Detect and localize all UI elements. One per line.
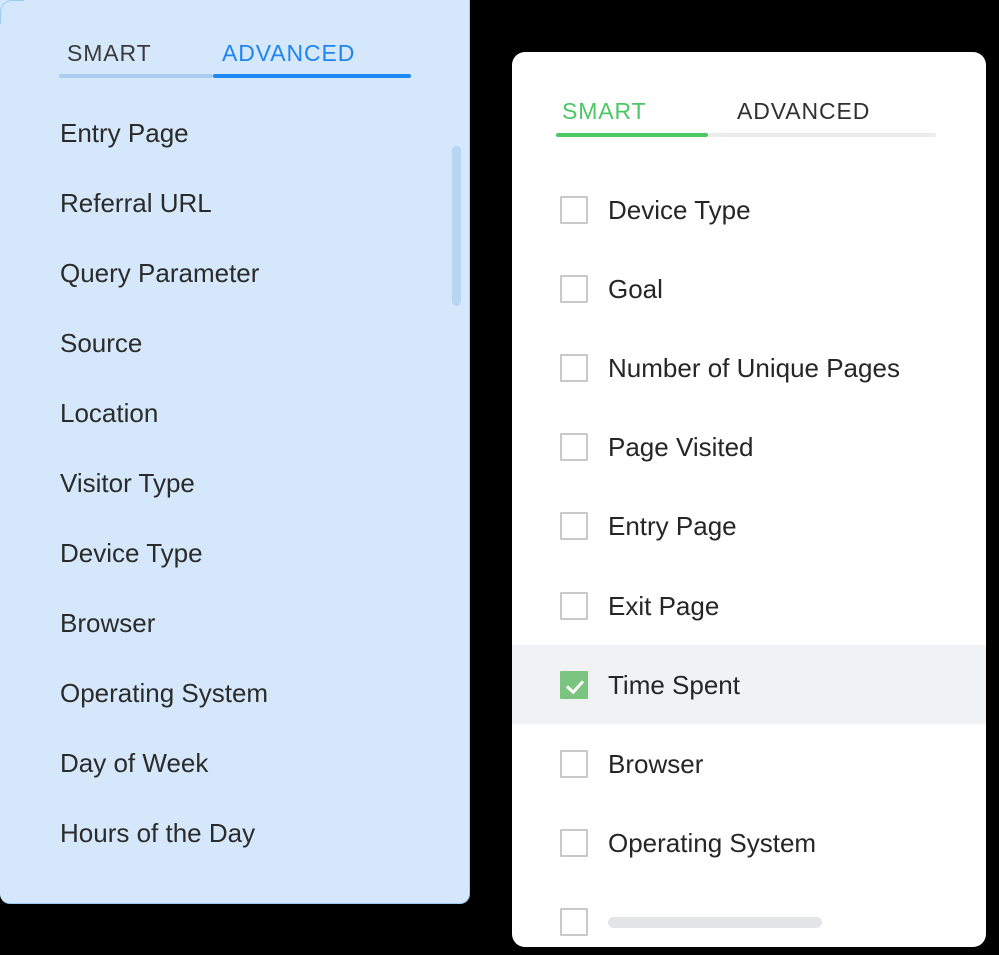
advanced-filter-item-label: Browser: [60, 608, 156, 638]
smart-filter-row-selected[interactable]: Time Spent: [512, 645, 986, 725]
smart-filter-row[interactable]: Page Visited: [512, 408, 986, 487]
skeleton-placeholder-bar: [608, 916, 822, 928]
advanced-filter-item-label: Day of Week: [60, 748, 209, 778]
advanced-filter-item-label: Visitor Type: [60, 468, 195, 498]
advanced-filter-item-label: Device Type: [60, 538, 203, 568]
advanced-filter-item-label: Operating System: [60, 678, 269, 708]
smart-filter-label: Number of Unique Pages: [608, 352, 900, 383]
checkbox-unchecked-icon[interactable]: [560, 829, 588, 858]
smart-filter-row[interactable]: Operating System: [512, 804, 986, 883]
left-tab-underline-smart: [59, 74, 213, 78]
screenshot-stage: SMART ADVANCED Entry Page Referral URL Que…: [0, 0, 999, 955]
advanced-filter-item[interactable]: Browser: [60, 606, 155, 640]
smart-filters-card: SMART ADVANCED Device Type Goal Number of …: [512, 52, 986, 947]
smart-filter-label: Operating System: [608, 828, 817, 859]
advanced-filter-item[interactable]: Operating System: [60, 676, 268, 710]
left-tab-smart[interactable]: SMART: [67, 38, 152, 70]
right-tab-advanced[interactable]: ADVANCED: [737, 96, 870, 128]
left-tab-advanced[interactable]: ADVANCED: [222, 38, 355, 70]
advanced-filter-item-label: Entry Page: [60, 118, 189, 148]
smart-filter-row[interactable]: Exit Page: [512, 566, 986, 645]
checkbox-checked-icon[interactable]: [560, 670, 588, 699]
smart-filter-label: Page Visited: [608, 432, 754, 463]
left-tab-underline-advanced: [213, 74, 411, 78]
advanced-filter-item-label: Source: [60, 328, 143, 358]
checkbox-unchecked-icon[interactable]: [560, 195, 588, 224]
smart-filter-row[interactable]: Goal: [512, 249, 986, 328]
checkbox-unchecked-icon[interactable]: [560, 908, 588, 937]
smart-filter-label: Goal: [608, 273, 663, 304]
smart-filter-label: Time Spent: [608, 669, 740, 700]
checkbox-unchecked-icon[interactable]: [560, 749, 588, 778]
right-panel-tabbar: SMART ADVANCED: [556, 96, 936, 146]
smart-filter-row[interactable]: Browser: [512, 724, 986, 803]
advanced-filter-item-label: Hours of the Day: [60, 818, 256, 848]
checkbox-unchecked-icon[interactable]: [560, 591, 588, 620]
advanced-filter-item[interactable]: Source: [60, 326, 142, 360]
right-tab-underline-smart: [556, 133, 708, 137]
left-scrollbar-thumb[interactable]: [452, 146, 461, 306]
checkbox-unchecked-icon[interactable]: [560, 512, 588, 541]
smart-filter-row[interactable]: Number of Unique Pages: [512, 328, 986, 407]
advanced-filter-item-label: Referral URL: [60, 188, 212, 218]
smart-filter-label: Device Type: [608, 194, 751, 225]
smart-filter-label: Entry Page: [608, 511, 737, 542]
advanced-filter-item-label: Query Parameter: [60, 258, 260, 288]
advanced-filter-item[interactable]: Entry Page: [60, 116, 189, 150]
advanced-filter-item[interactable]: Hours of the Day: [60, 816, 255, 850]
right-tab-smart[interactable]: SMART: [562, 96, 647, 128]
smart-filter-label: Browser: [608, 748, 704, 779]
advanced-filter-item[interactable]: Referral URL: [60, 186, 212, 220]
smart-filter-row[interactable]: Device Type: [512, 170, 986, 249]
smart-filter-row[interactable]: Entry Page: [512, 487, 986, 566]
smart-filter-list: Device Type Goal Number of Unique Pages Pag…: [512, 170, 986, 947]
checkbox-unchecked-icon[interactable]: [560, 353, 588, 382]
advanced-filter-item[interactable]: Device Type: [60, 536, 203, 570]
smart-filter-row[interactable]: [512, 883, 986, 947]
smart-filter-label: Exit Page: [608, 590, 720, 621]
advanced-filter-item[interactable]: Visitor Type: [60, 466, 195, 500]
advanced-filter-item[interactable]: Query Parameter: [60, 256, 259, 290]
right-tab-underline-advanced: [708, 133, 936, 137]
advanced-filter-item[interactable]: Day of Week: [60, 746, 208, 780]
advanced-filter-list: Entry Page Referral URL Query Parameter Sou…: [0, 106, 469, 903]
checkbox-unchecked-icon[interactable]: [560, 274, 588, 303]
advanced-filter-item[interactable]: Location: [60, 396, 158, 430]
advanced-filter-item-label: Location: [60, 398, 159, 428]
advanced-filters-panel: SMART ADVANCED Entry Page Referral URL Que…: [0, 0, 470, 904]
left-panel-tabbar: SMART ADVANCED: [59, 38, 411, 86]
checkbox-unchecked-icon[interactable]: [560, 433, 588, 462]
